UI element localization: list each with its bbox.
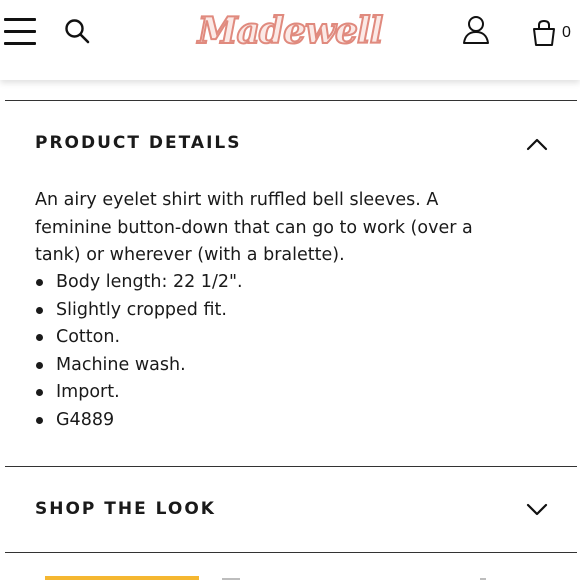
product-details-heading[interactable]: PRODUCT DETAILS (35, 133, 241, 153)
shop-the-look-heading[interactable]: SHOP THE LOOK (35, 499, 216, 519)
logo-text: Madewell (197, 9, 385, 53)
bag-count[interactable]: 0 (562, 24, 571, 42)
bullet-icon (36, 279, 43, 286)
list-item: Slightly cropped fit. (35, 297, 505, 325)
list-item-text: Slightly cropped fit. (56, 299, 227, 320)
list-item-text: Import. (56, 382, 120, 402)
product-description: An airy eyelet shirt with ruffled bell s… (35, 190, 473, 265)
section-divider (5, 100, 577, 101)
search-icon[interactable] (64, 18, 90, 44)
section-divider (5, 552, 577, 553)
chevron-up-icon[interactable] (526, 137, 548, 151)
site-header: Madewell 0 (0, 0, 580, 80)
user-icon[interactable] (462, 15, 490, 45)
list-item-text: Machine wash. (56, 354, 186, 375)
chevron-down-icon[interactable] (526, 503, 548, 517)
shopping-bag-icon[interactable] (531, 20, 557, 46)
product-details-list: Body length: 22 1/2". Slightly cropped f… (35, 269, 505, 434)
list-item: Import. (35, 379, 505, 407)
bullet-icon (36, 306, 43, 314)
list-item-text: Body length: 22 1/2". (56, 272, 243, 292)
bullet-icon (36, 389, 43, 396)
list-item: Body length: 22 1/2". (35, 269, 505, 297)
list-item-text: G4889 (56, 409, 115, 430)
madewell-logo[interactable]: Madewell (196, 6, 385, 56)
bullet-icon (36, 416, 43, 424)
list-item-text: Cotton. (56, 327, 121, 347)
section-divider (5, 466, 577, 467)
bullet-icon (36, 334, 43, 341)
bullet-icon (36, 361, 43, 369)
list-item: Cotton. (35, 324, 505, 352)
list-item: Machine wash. (35, 352, 505, 380)
list-item: G4889 (35, 407, 505, 435)
menu-icon[interactable] (4, 18, 36, 46)
promo-banner-edge (45, 576, 199, 580)
